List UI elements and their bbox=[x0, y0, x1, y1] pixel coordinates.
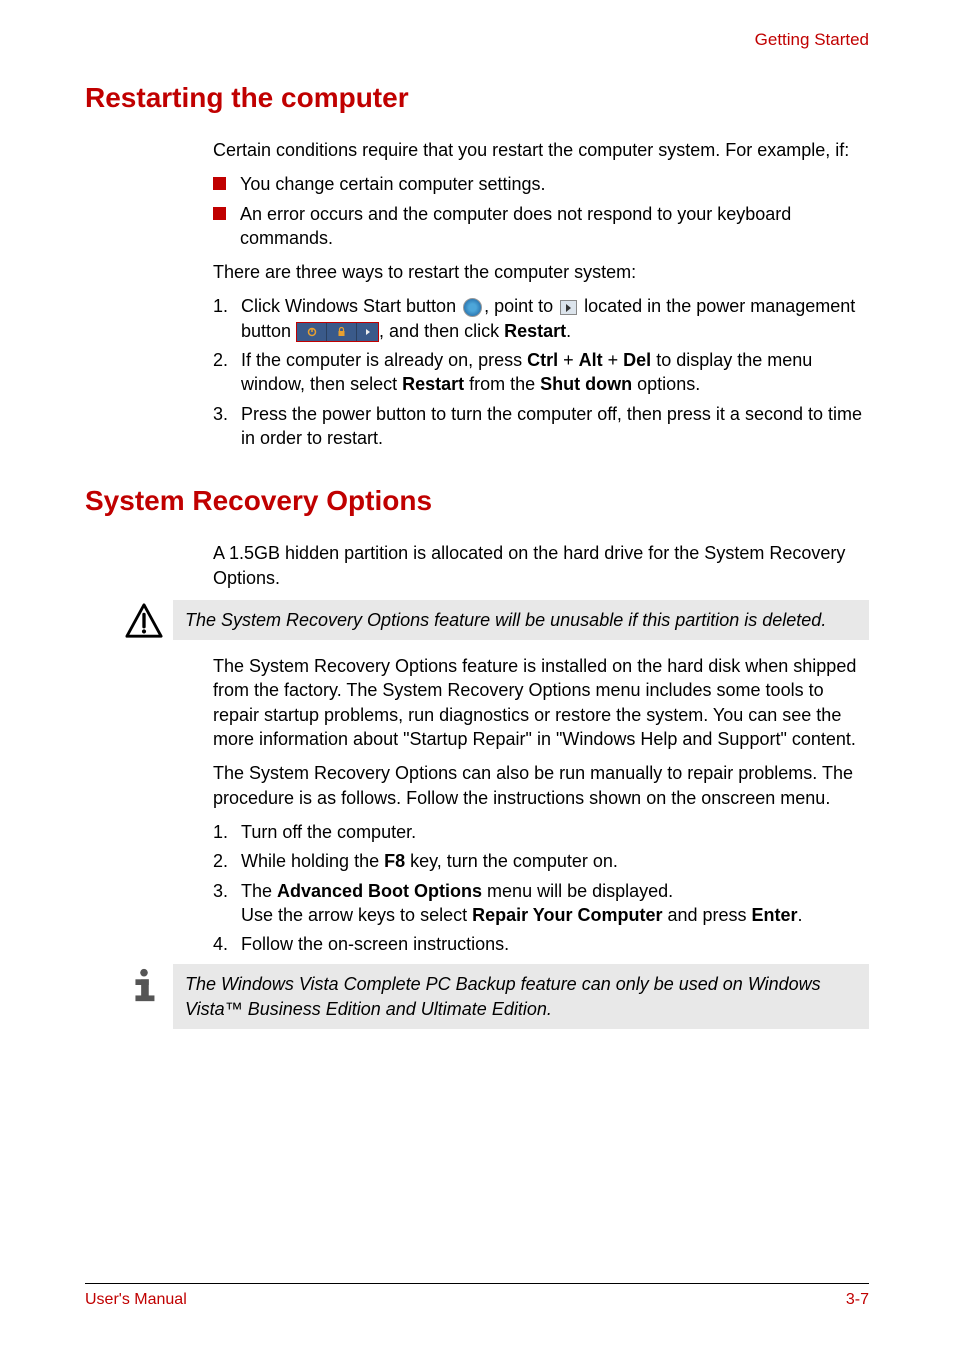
step-number: 2. bbox=[213, 849, 241, 873]
power-management-button-icon bbox=[296, 322, 379, 342]
warning-icon bbox=[125, 602, 163, 645]
restart-bullets: You change certain computer settings. An… bbox=[213, 172, 869, 250]
list-item: 1. Click Windows Start button , point to… bbox=[213, 294, 869, 343]
restart-three-ways: There are three ways to restart the comp… bbox=[213, 260, 869, 284]
step-text: While holding the F8 key, turn the compu… bbox=[241, 849, 869, 873]
bullet-icon bbox=[213, 177, 226, 190]
arrow-icon bbox=[357, 323, 378, 341]
restart-intro: Certain conditions require that you rest… bbox=[213, 138, 869, 162]
footer-right: 3-7 bbox=[846, 1291, 869, 1309]
lock-icon bbox=[327, 323, 357, 341]
info-icon-col bbox=[85, 964, 155, 1009]
step-number: 3. bbox=[213, 879, 241, 903]
list-item: 2. If the computer is already on, press … bbox=[213, 348, 869, 397]
list-item: 4. Follow the on-screen instructions. bbox=[213, 932, 869, 956]
step-number: 1. bbox=[213, 294, 241, 318]
info-callout-row: The Windows Vista Complete PC Backup fea… bbox=[85, 964, 869, 1043]
page-footer: User's Manual 3-7 bbox=[85, 1283, 869, 1309]
list-item: 2. While holding the F8 key, turn the co… bbox=[213, 849, 869, 873]
recovery-body: The System Recovery Options feature is i… bbox=[213, 654, 869, 956]
arrow-small-icon bbox=[560, 300, 577, 315]
bullet-text: An error occurs and the computer does no… bbox=[240, 202, 869, 251]
step-number: 1. bbox=[213, 820, 241, 844]
info-icon bbox=[125, 966, 163, 1009]
step-text: Press the power button to turn the compu… bbox=[241, 402, 869, 451]
list-item: 3. The Advanced Boot Options menu will b… bbox=[213, 879, 869, 928]
step-text: Turn off the computer. bbox=[241, 820, 869, 844]
info-text: The Windows Vista Complete PC Backup fea… bbox=[185, 972, 857, 1021]
step-text: Follow the on-screen instructions. bbox=[241, 932, 869, 956]
step-text: Click Windows Start button , point to lo… bbox=[241, 294, 869, 343]
restart-steps: 1. Click Windows Start button , point to… bbox=[213, 294, 869, 450]
list-item: You change certain computer settings. bbox=[213, 172, 869, 196]
info-callout: The Windows Vista Complete PC Backup fea… bbox=[173, 964, 869, 1029]
bullet-text: You change certain computer settings. bbox=[240, 172, 869, 196]
warning-text: The System Recovery Options feature will… bbox=[185, 608, 857, 632]
list-item: 3. Press the power button to turn the co… bbox=[213, 402, 869, 451]
heading-restarting: Restarting the computer bbox=[85, 82, 869, 114]
bullet-icon bbox=[213, 207, 226, 220]
warning-callout-row: The System Recovery Options feature will… bbox=[85, 600, 869, 654]
restarting-content: Certain conditions require that you rest… bbox=[213, 138, 869, 450]
windows-start-icon bbox=[463, 298, 482, 317]
recovery-p1: The System Recovery Options feature is i… bbox=[213, 654, 869, 751]
power-icon bbox=[297, 323, 327, 341]
warning-icon-col bbox=[85, 600, 155, 645]
list-item: 1. Turn off the computer. bbox=[213, 820, 869, 844]
footer-left: User's Manual bbox=[85, 1291, 187, 1309]
step-number: 3. bbox=[213, 402, 241, 426]
heading-recovery: System Recovery Options bbox=[85, 485, 869, 517]
recovery-steps: 1. Turn off the computer. 2. While holdi… bbox=[213, 820, 869, 956]
step-number: 2. bbox=[213, 348, 241, 372]
step-number: 4. bbox=[213, 932, 241, 956]
recovery-intro: A 1.5GB hidden partition is allocated on… bbox=[213, 541, 869, 590]
step-text: If the computer is already on, press Ctr… bbox=[241, 348, 869, 397]
step-text: The Advanced Boot Options menu will be d… bbox=[241, 879, 869, 928]
page-header-section: Getting Started bbox=[85, 30, 869, 50]
list-item: An error occurs and the computer does no… bbox=[213, 202, 869, 251]
recovery-intro-block: A 1.5GB hidden partition is allocated on… bbox=[213, 541, 869, 590]
warning-callout: The System Recovery Options feature will… bbox=[173, 600, 869, 640]
recovery-p2: The System Recovery Options can also be … bbox=[213, 761, 869, 810]
